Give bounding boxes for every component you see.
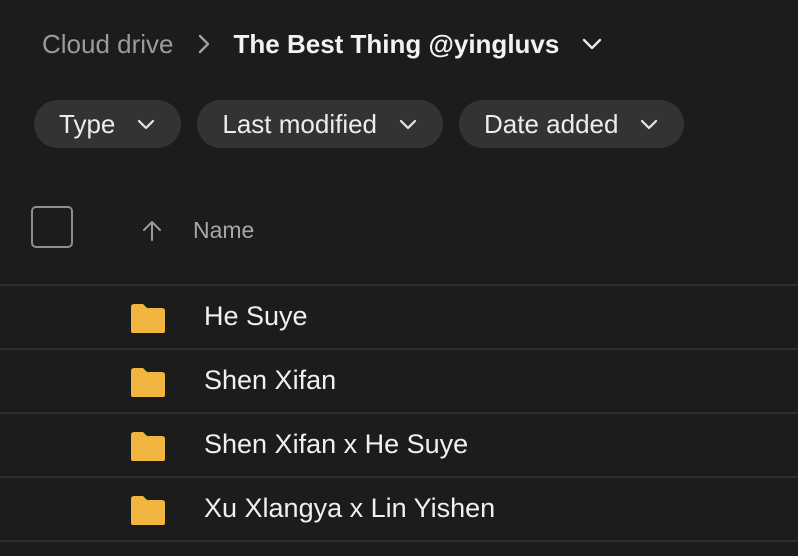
list-item[interactable]: Shen Xifan — [0, 350, 798, 414]
filter-label: Date added — [484, 108, 619, 139]
folder-icon — [129, 302, 167, 334]
filter-label: Type — [59, 108, 116, 139]
folder-list: He Suye Shen Xifan Shen Xifan x He Suye … — [0, 284, 798, 542]
filter-label: Last modified — [222, 108, 378, 139]
folder-name: Shen Xifan — [204, 365, 337, 395]
list-header: Name — [0, 200, 798, 284]
filter-last-modified-button[interactable]: Last modified — [197, 100, 444, 148]
arrow-up-icon[interactable] — [139, 218, 165, 244]
folder-name: Xu Xlangya x Lin Yishen — [204, 493, 496, 523]
chevron-right-icon — [186, 26, 222, 62]
list-item[interactable]: Xu Xlangya x Lin Yishen — [0, 478, 798, 542]
breadcrumb: Cloud drive The Best Thing @yingluvs — [42, 26, 607, 62]
chevron-down-icon — [638, 113, 660, 135]
folder-name: Shen Xifan x He Suye — [204, 429, 469, 459]
folder-icon — [129, 430, 167, 462]
list-item[interactable]: Shen Xifan x He Suye — [0, 414, 798, 478]
chevron-down-icon — [397, 113, 419, 135]
folder-name: He Suye — [204, 301, 308, 331]
list-item[interactable]: He Suye — [0, 286, 798, 350]
breadcrumb-cloud-drive[interactable]: Cloud drive — [42, 29, 174, 60]
folder-icon — [129, 494, 167, 526]
name-column-header[interactable]: Name — [193, 217, 254, 244]
breadcrumb-current-folder[interactable]: The Best Thing @yingluvs — [234, 29, 560, 60]
chevron-down-icon — [135, 113, 157, 135]
select-all-checkbox[interactable] — [31, 206, 73, 248]
filter-date-added-button[interactable]: Date added — [459, 100, 685, 148]
filter-bar: Type Last modified Date added — [34, 100, 700, 148]
filter-type-button[interactable]: Type — [34, 100, 182, 148]
folder-icon — [129, 366, 167, 398]
chevron-down-icon[interactable] — [577, 29, 607, 59]
